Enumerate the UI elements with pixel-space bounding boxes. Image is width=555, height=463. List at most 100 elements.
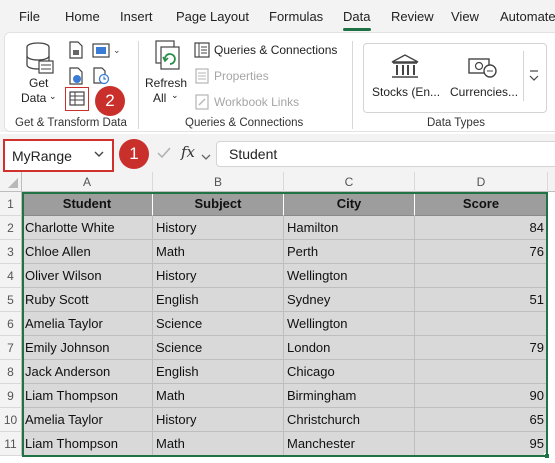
cell-c11[interactable]: Manchester xyxy=(284,432,415,456)
chevron-down-icon[interactable] xyxy=(93,149,105,159)
cell-a7[interactable]: Emily Johnson xyxy=(22,336,153,360)
row-header-6[interactable]: 6 xyxy=(0,312,22,336)
cell-c4[interactable]: Wellington xyxy=(284,264,415,288)
workbook-links-button[interactable]: Workbook Links xyxy=(214,95,299,109)
cell-a9[interactable]: Liam Thompson xyxy=(22,384,153,408)
cell-b2[interactable]: History xyxy=(153,216,284,240)
currency-icon[interactable] xyxy=(467,53,497,84)
column-header-b[interactable]: B xyxy=(153,172,284,192)
cell-d11[interactable]: 95 xyxy=(415,432,548,456)
queries-connections-button[interactable]: Queries & Connections xyxy=(214,43,337,57)
select-all-corner[interactable] xyxy=(0,172,22,192)
name-box[interactable]: MyRange xyxy=(3,139,114,172)
fill-handle[interactable] xyxy=(544,453,550,459)
cell-c8[interactable]: Chicago xyxy=(284,360,415,384)
row-header-7[interactable]: 7 xyxy=(0,336,22,360)
cell-b7[interactable]: Science xyxy=(153,336,284,360)
row-header-11[interactable]: 11 xyxy=(0,432,22,456)
tab-data[interactable]: Data xyxy=(343,9,370,24)
from-table-range-button[interactable] xyxy=(65,87,89,111)
row-header-5[interactable]: 5 xyxy=(0,288,22,312)
get-data-label[interactable]: Get xyxy=(29,76,48,90)
tab-formulas[interactable]: Formulas xyxy=(269,9,323,24)
from-picture-icon[interactable]: ⌄ xyxy=(92,41,122,62)
cell-d5[interactable]: 51 xyxy=(415,288,548,312)
chevron-down-icon[interactable] xyxy=(200,150,212,165)
row-header-8[interactable]: 8 xyxy=(0,360,22,384)
from-text-csv-icon[interactable] xyxy=(67,41,85,62)
cell-b3[interactable]: Math xyxy=(153,240,284,264)
row-header-4[interactable]: 4 xyxy=(0,264,22,288)
tab-automate[interactable]: Automate xyxy=(500,9,555,24)
cell-c6[interactable]: Wellington xyxy=(284,312,415,336)
tab-page-layout[interactable]: Page Layout xyxy=(176,9,249,24)
cell-b10[interactable]: History xyxy=(153,408,284,432)
cell-d7[interactable]: 79 xyxy=(415,336,548,360)
cell-a3[interactable]: Chloe Allen xyxy=(22,240,153,264)
enter-checkmark-icon[interactable] xyxy=(156,146,172,163)
cell-d4[interactable] xyxy=(415,264,548,288)
row-header-3[interactable]: 3 xyxy=(0,240,22,264)
refresh-all-label[interactable]: Refresh xyxy=(145,76,187,90)
cell-a11[interactable]: Liam Thompson xyxy=(22,432,153,456)
header-cell-d[interactable]: Score xyxy=(415,192,548,216)
cell-d9[interactable]: 90 xyxy=(415,384,548,408)
cell-d10[interactable]: 65 xyxy=(415,408,548,432)
tab-view[interactable]: View xyxy=(451,9,479,24)
cell-a2[interactable]: Charlotte White xyxy=(22,216,153,240)
row-header-1[interactable]: 1 xyxy=(0,192,22,216)
cell-c7[interactable]: London xyxy=(284,336,415,360)
chevron-down-icon[interactable]: ⌄ xyxy=(171,90,179,101)
row-header-2[interactable]: 2 xyxy=(0,216,22,240)
cell-d2[interactable]: 84 xyxy=(415,216,548,240)
currencies-button[interactable]: Currencies... xyxy=(450,85,518,99)
from-web-icon[interactable] xyxy=(67,67,85,88)
tab-home[interactable]: Home xyxy=(65,9,100,24)
formula-value[interactable]: Student xyxy=(229,146,277,162)
row-header-9[interactable]: 9 xyxy=(0,384,22,408)
bank-icon[interactable] xyxy=(390,53,420,84)
cell-c10[interactable]: Christchurch xyxy=(284,408,415,432)
tab-review[interactable]: Review xyxy=(391,9,434,24)
tab-file[interactable]: File xyxy=(19,9,40,24)
column-header-e[interactable] xyxy=(548,172,555,192)
cell-a4[interactable]: Oliver Wilson xyxy=(22,264,153,288)
header-cell-a[interactable]: Student xyxy=(22,192,153,216)
name-box-value[interactable]: MyRange xyxy=(12,148,72,164)
stocks-button[interactable]: Stocks (En... xyxy=(372,85,440,99)
cell-d8[interactable] xyxy=(415,360,548,384)
cell-c2[interactable]: Hamilton xyxy=(284,216,415,240)
row-header-10[interactable]: 10 xyxy=(0,408,22,432)
column-header-a[interactable]: A xyxy=(22,172,153,192)
get-data-label-2[interactable]: Data xyxy=(21,91,46,105)
queries-connections-icon[interactable] xyxy=(194,42,210,61)
database-icon[interactable] xyxy=(25,41,55,78)
header-cell-c[interactable]: City xyxy=(284,192,415,216)
refresh-icon[interactable] xyxy=(153,39,183,76)
cell-b11[interactable]: Math xyxy=(153,432,284,456)
formula-input[interactable]: Student xyxy=(216,141,555,167)
chevron-down-icon[interactable]: ⌄ xyxy=(49,91,57,102)
cell-b4[interactable]: History xyxy=(153,264,284,288)
cell-c5[interactable]: Sydney xyxy=(284,288,415,312)
cell-a6[interactable]: Amelia Taylor xyxy=(22,312,153,336)
cell-c9[interactable]: Birmingham xyxy=(284,384,415,408)
column-header-c[interactable]: C xyxy=(284,172,415,192)
cell-b9[interactable]: Math xyxy=(153,384,284,408)
recent-sources-icon[interactable] xyxy=(92,67,110,88)
cell-b5[interactable]: English xyxy=(153,288,284,312)
refresh-all-label-2[interactable]: All xyxy=(153,91,166,105)
insert-function-button[interactable]: fx xyxy=(181,143,195,161)
header-cell-b[interactable]: Subject xyxy=(153,192,284,216)
cell-a8[interactable]: Jack Anderson xyxy=(22,360,153,384)
gallery-expand-button[interactable] xyxy=(523,51,543,101)
properties-button[interactable]: Properties xyxy=(214,69,269,83)
tab-insert[interactable]: Insert xyxy=(120,9,153,24)
cell-b8[interactable]: English xyxy=(153,360,284,384)
cell-b6[interactable]: Science xyxy=(153,312,284,336)
column-header-d[interactable]: D xyxy=(415,172,548,192)
cell-d3[interactable]: 76 xyxy=(415,240,548,264)
cell-a5[interactable]: Ruby Scott xyxy=(22,288,153,312)
cell-c3[interactable]: Perth xyxy=(284,240,415,264)
cell-d6[interactable] xyxy=(415,312,548,336)
